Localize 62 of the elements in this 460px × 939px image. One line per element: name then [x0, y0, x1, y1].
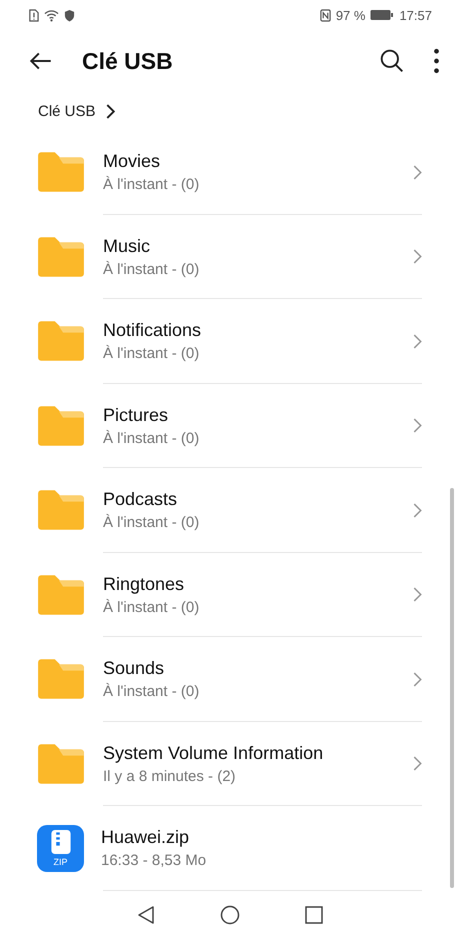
folder-icon — [36, 574, 86, 616]
file-row[interactable]: Sounds À l'instant - (0) — [0, 637, 460, 722]
file-name: Movies — [103, 150, 162, 174]
zipper-icon — [50, 830, 72, 854]
clock: 17:57 — [399, 8, 432, 22]
file-details: À l'instant - (0) — [103, 513, 200, 534]
battery-percent: 97 % — [336, 8, 366, 22]
chevron-icon — [413, 249, 422, 264]
folder-icon — [36, 658, 86, 700]
zip-label: ZIP — [53, 856, 68, 867]
file-row[interactable]: System Volume Information Il y a 8 minutes - (2) — [0, 722, 460, 806]
folder-icon — [36, 151, 86, 194]
file-name: System Volume Information — [103, 742, 324, 765]
screen-title: Clé USB — [82, 48, 174, 74]
file-details: À l'instant - (0) — [103, 598, 200, 618]
file-details: Il y a 8 minutes - (2) — [103, 766, 237, 787]
file-row[interactable]: Music À l'instant - (0) — [0, 214, 460, 299]
sim-alert-icon — [28, 8, 39, 22]
file-details: 16:33 - 8,53 Mo — [101, 851, 208, 872]
breadcrumb-link[interactable]: Clé USB — [38, 102, 96, 120]
file-name: Sounds — [103, 657, 166, 680]
file-name: Pictures — [103, 404, 170, 427]
file-details: À l'instant - (0) — [103, 260, 200, 280]
chevron-icon — [413, 756, 422, 772]
file-row[interactable]: Podcasts À l'instant - (0) — [0, 468, 460, 552]
shield-icon — [64, 8, 75, 22]
folder-icon — [36, 404, 86, 447]
file-name: Huawei.zip — [101, 826, 190, 850]
chevron-icon — [413, 418, 422, 434]
file-name: Podcasts — [103, 488, 178, 512]
chevron-icon — [413, 587, 422, 602]
file-row[interactable]: Notifications À l'instant - (0) — [0, 299, 460, 384]
battery-icon — [370, 9, 394, 21]
chevron-icon — [106, 104, 115, 118]
file-name: Music — [103, 234, 152, 258]
chevron-icon — [413, 672, 422, 687]
recents-button[interactable] — [304, 905, 324, 925]
more-icon — [433, 48, 440, 74]
file-row[interactable]: Movies À l'instant - (0) — [0, 130, 460, 214]
folder-icon — [36, 236, 86, 278]
triangle-icon — [136, 905, 156, 925]
wifi-icon — [44, 8, 59, 22]
square-icon — [304, 905, 324, 925]
file-details: À l'instant - (0) — [103, 682, 200, 702]
folder-icon — [36, 489, 86, 532]
file-details: À l'instant - (0) — [103, 175, 200, 196]
back-nav-button[interactable] — [136, 905, 156, 925]
chevron-icon — [413, 164, 422, 180]
file-details: À l'instant - (0) — [103, 428, 200, 449]
circle-icon — [220, 905, 240, 925]
file-name: Notifications — [103, 319, 202, 342]
search-icon — [379, 48, 405, 74]
file-row[interactable]: Ringtones À l'instant - (0) — [0, 552, 460, 637]
home-button[interactable] — [220, 905, 240, 925]
file-row[interactable]: Pictures À l'instant - (0) — [0, 384, 460, 468]
chevron-icon — [413, 334, 422, 349]
nfc-icon — [320, 8, 331, 22]
file-name: Ringtones — [103, 572, 186, 596]
file-details: À l'instant - (0) — [103, 344, 200, 364]
folder-icon — [36, 742, 86, 785]
folder-icon — [36, 320, 86, 362]
chevron-icon — [413, 502, 422, 518]
